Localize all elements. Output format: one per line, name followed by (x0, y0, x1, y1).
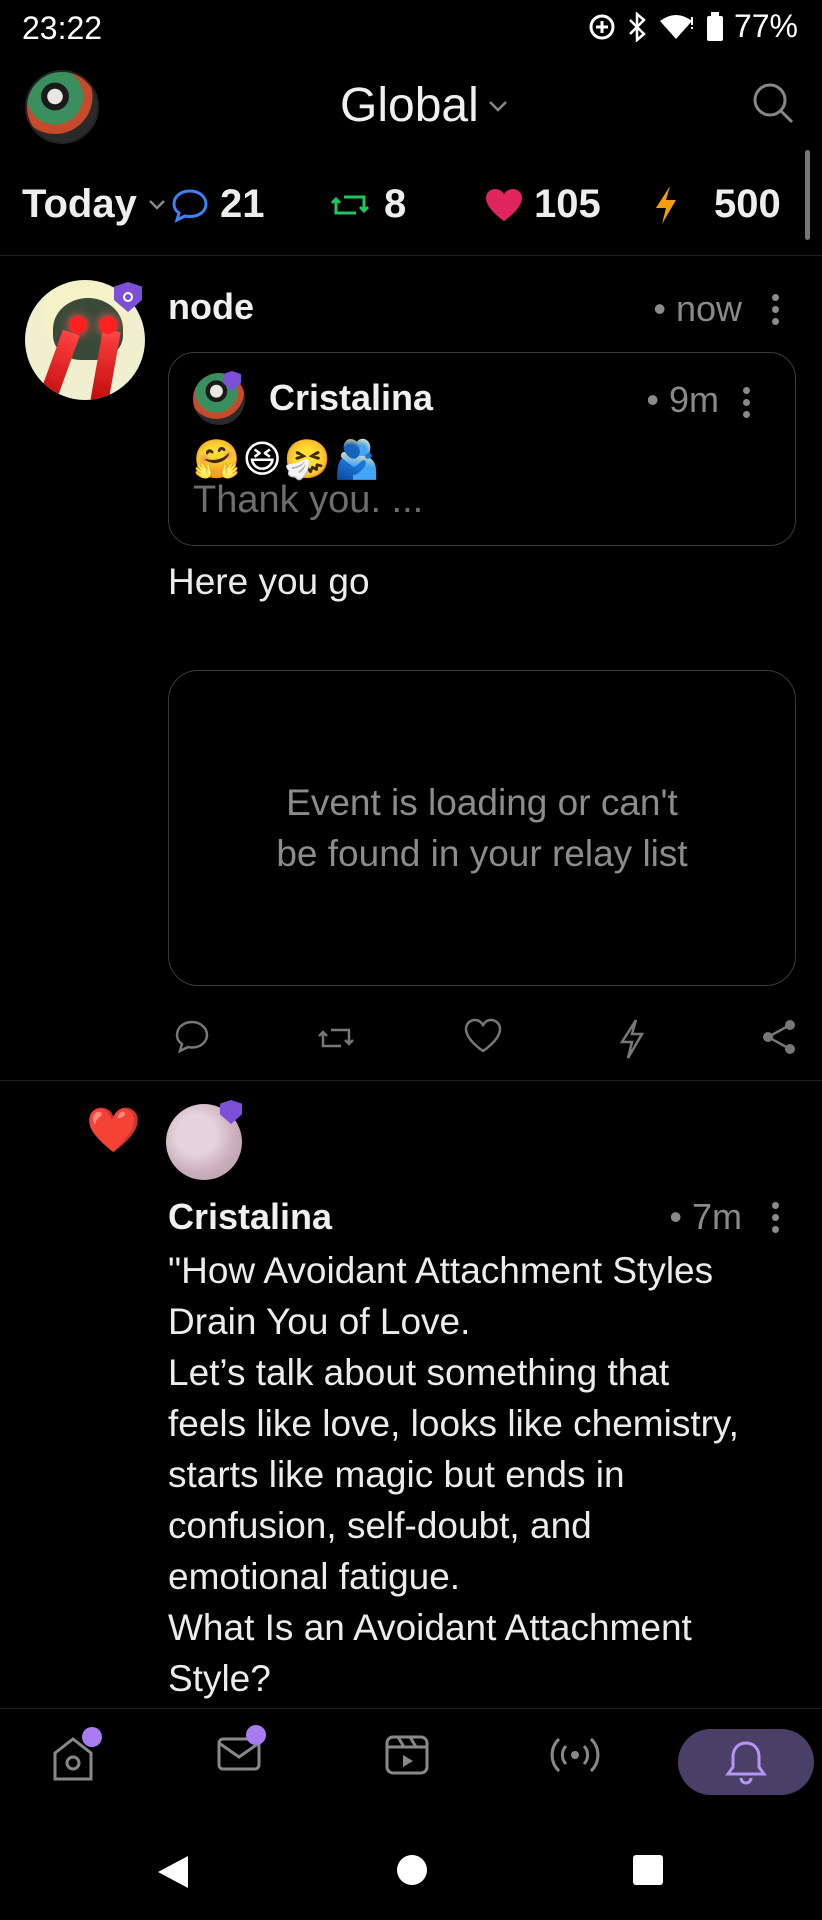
status-icons: 77% (588, 8, 798, 45)
nav-home[interactable] (50, 1727, 102, 1788)
battery-percent: 77% (733, 8, 798, 44)
notifications-icon (725, 1741, 767, 1785)
nav-relay[interactable] (550, 1733, 600, 1782)
post-body-line: emotional fatigue. (168, 1556, 461, 1597)
post-body-line: Style? (168, 1658, 271, 1699)
repost-icon[interactable] (314, 1018, 358, 1058)
divider (0, 255, 822, 256)
recents-icon[interactable] (632, 1854, 664, 1886)
user-avatar[interactable] (25, 70, 99, 144)
zaps-stat[interactable]: 500 (652, 182, 781, 227)
period-label: Today (22, 182, 137, 226)
status-time: 23:22 (22, 10, 103, 46)
feed-selector[interactable]: Global (340, 78, 509, 133)
more-options-icon[interactable] (772, 294, 780, 330)
top-bar: Global (0, 62, 822, 152)
post-author[interactable]: node (168, 286, 254, 328)
nav-messages[interactable] (216, 1725, 266, 1778)
post-body: Here you go (168, 561, 370, 602)
feed-title: Global (340, 79, 479, 132)
more-options-icon[interactable] (772, 1202, 780, 1238)
data-saver-icon (589, 14, 615, 39)
quote-time: • 9m (646, 379, 719, 420)
video-icon (385, 1735, 429, 1775)
post-body-line: What Is an Avoidant Attachment (168, 1607, 692, 1648)
post-body-line: confusion, self-doubt, and (168, 1505, 592, 1546)
reply-icon (172, 188, 208, 223)
zaps-count: 500 (714, 182, 781, 226)
scrollbar[interactable] (805, 150, 810, 240)
period-selector[interactable]: Today (22, 182, 167, 227)
system-nav-bar (0, 1816, 822, 1920)
lightning-icon (656, 185, 676, 224)
event-placeholder-text: Event is loading or can't be found in yo… (276, 782, 688, 874)
quote-emojis: 🤗😆🤧🫂 (193, 439, 383, 481)
reply-icon[interactable] (174, 1018, 210, 1058)
post-time: • 7m (669, 1196, 742, 1237)
post-actions (168, 1018, 808, 1062)
reaction-heart-icon: ❤️ (86, 1106, 141, 1155)
replies-count: 21 (220, 182, 265, 226)
reposts-stat[interactable]: 8 (326, 182, 406, 227)
home-button-icon[interactable] (396, 1854, 428, 1886)
nav-notifications[interactable] (678, 1729, 814, 1795)
post-body-line: "How Avoidant Attachment Styles (168, 1250, 714, 1291)
quote-author[interactable]: Cristalina (269, 377, 433, 419)
bluetooth-icon (629, 11, 646, 42)
post-body-line: Drain You of Love. (168, 1301, 471, 1342)
post-author[interactable]: Cristalina (168, 1196, 332, 1238)
likes-stat[interactable]: 105 (484, 182, 601, 227)
status-bar: 23:22 77% (0, 0, 822, 56)
quote-text: Thank you. ... (193, 479, 424, 521)
quoted-note[interactable]: Cristalina • 9m 🤗😆🤧🫂 Thank you. ... (168, 352, 796, 546)
heart-icon[interactable] (464, 1018, 502, 1054)
battery-icon (706, 11, 723, 41)
replies-stat[interactable]: 21 (170, 182, 265, 227)
post-body-line: starts like magic but ends in (168, 1454, 625, 1495)
post-body-line: Let’s talk about something that (168, 1352, 670, 1393)
search-icon[interactable] (750, 80, 796, 126)
heart-icon (486, 188, 522, 221)
relay-icon (550, 1737, 600, 1773)
nav-video[interactable] (384, 1733, 430, 1782)
notification-dot (246, 1725, 266, 1745)
post-time: • now (653, 288, 742, 329)
divider (0, 1080, 822, 1081)
wifi-icon (659, 14, 693, 39)
lightning-icon[interactable] (618, 1018, 646, 1060)
share-icon[interactable] (760, 1018, 798, 1056)
chevron-down-icon (148, 199, 165, 210)
stats-bar: Today 21 8 105 500 (0, 172, 822, 242)
back-icon[interactable] (156, 1854, 190, 1890)
chevron-down-icon (488, 100, 507, 112)
post-body: "How Avoidant Attachment Styles Drain Yo… (168, 1245, 739, 1704)
repost-icon (330, 195, 370, 214)
more-options-icon[interactable] (743, 387, 751, 423)
event-placeholder: Event is loading or can't be found in yo… (168, 670, 796, 986)
bottom-nav (0, 1708, 822, 1816)
reposts-count: 8 (384, 182, 407, 226)
notification-dot (82, 1727, 102, 1747)
post-body-line: feels like love, looks like chemistry, (168, 1403, 739, 1444)
likes-count: 105 (534, 182, 601, 226)
